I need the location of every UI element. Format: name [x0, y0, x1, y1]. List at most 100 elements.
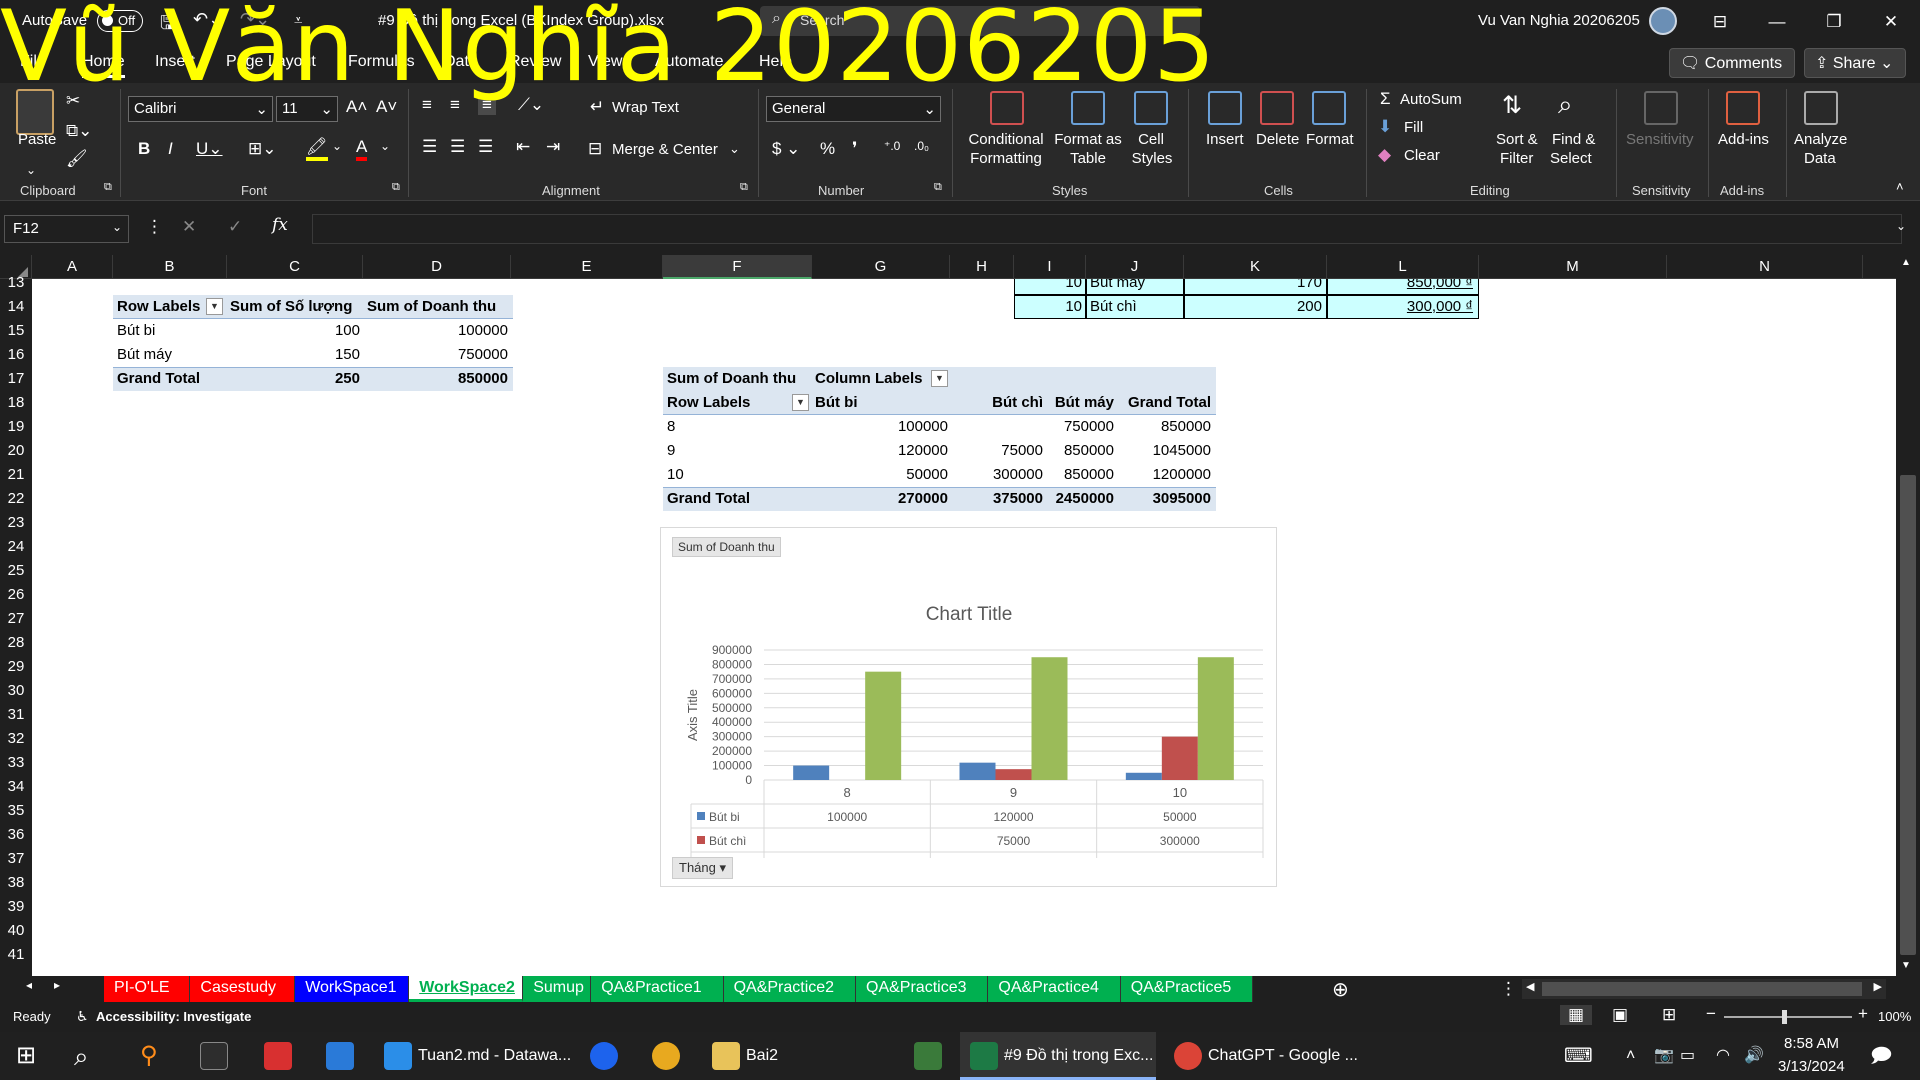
align-top-icon[interactable]: ≡ [422, 95, 432, 115]
increase-indent-icon[interactable]: ⇥ [546, 137, 560, 157]
h-scroll-thumb[interactable] [1542, 982, 1862, 996]
scroll-right-icon[interactable]: ▶ [1874, 980, 1882, 993]
row-header[interactable]: 14 [0, 295, 32, 319]
comments-button[interactable]: 🗨 Comments [1669, 48, 1795, 78]
row-header[interactable]: 31 [0, 703, 32, 727]
sensitivity-button[interactable]: Sensitivity [1626, 131, 1694, 148]
clock-date[interactable]: 3/13/2024 [1778, 1058, 1845, 1075]
column-header-h[interactable]: H [950, 255, 1014, 279]
chevron-down-icon[interactable]: ⌄ [380, 139, 390, 153]
sort-filter-label[interactable]: Sort & [1496, 131, 1538, 148]
row-header[interactable]: 23 [0, 511, 32, 535]
row-header[interactable]: 28 [0, 631, 32, 655]
zoom-in-icon[interactable]: + [1858, 1004, 1868, 1024]
app-icon[interactable] [914, 1042, 942, 1070]
chevron-down-icon[interactable]: ⌄ [332, 139, 342, 153]
tab-insert[interactable]: Insert [155, 53, 195, 71]
conditional-formatting-label-2[interactable]: Formatting [960, 150, 1052, 167]
column-header-a[interactable]: A [32, 255, 113, 279]
taskbar-excel[interactable]: #9 Đồ thị trong Exc... [1004, 1032, 1153, 1080]
sheet-tab[interactable]: WorkSpace1 [295, 976, 410, 1002]
enter-icon[interactable]: ✓ [228, 217, 242, 237]
decrease-font-icon[interactable]: A˅ [376, 97, 397, 117]
vertical-scrollbar[interactable]: ▲ ▼ [1896, 255, 1920, 976]
tab-automate[interactable]: Automate [655, 53, 723, 71]
scroll-down-icon[interactable]: ▼ [1901, 960, 1911, 971]
qat-customize-icon[interactable]: ⩡ [294, 12, 302, 29]
row-header[interactable]: 35 [0, 799, 32, 823]
volume-icon[interactable]: 🔊 [1744, 1032, 1764, 1080]
tab-file[interactable]: File [20, 53, 46, 71]
row-header[interactable]: 26 [0, 583, 32, 607]
axis-field-button[interactable]: Tháng ▾ [672, 857, 734, 879]
row-header[interactable]: 22 [0, 487, 32, 511]
row-header[interactable]: 33 [0, 751, 32, 775]
format-painter-icon[interactable]: 🖌 [66, 149, 88, 169]
format-as-table-label-2[interactable]: Table [1050, 150, 1126, 167]
font-size-dropdown[interactable]: 11 ⌄ [276, 96, 338, 122]
row-header[interactable]: 34 [0, 775, 32, 799]
row-header[interactable]: 41 [0, 943, 32, 967]
app-icon[interactable] [264, 1042, 292, 1070]
save-icon[interactable]: 🖫 [160, 9, 176, 41]
prev-sheet-icon[interactable]: ◂ [26, 978, 32, 992]
cell-styles-label[interactable]: Cell [1128, 131, 1174, 148]
column-header-l[interactable]: L [1327, 255, 1479, 279]
chevron-down-icon[interactable]: ⌄ [729, 141, 740, 157]
excel-icon[interactable] [970, 1042, 998, 1070]
accessibility-status[interactable]: Accessibility: Investigate [96, 1009, 251, 1024]
everything-search-icon[interactable]: ⚲ [140, 1032, 158, 1080]
docker-icon[interactable] [590, 1042, 618, 1070]
add-sheet-icon[interactable]: ⊕ [1332, 977, 1349, 1002]
sheet-tab[interactable]: QA&Practice1 [591, 976, 724, 1002]
close-icon[interactable]: ✕ [1868, 0, 1914, 43]
row-header[interactable]: 27 [0, 607, 32, 631]
chevron-up-icon[interactable]: ˄ [1626, 1032, 1635, 1080]
decrease-decimal-icon[interactable]: .0₀ [914, 139, 929, 153]
folder-icon[interactable] [712, 1042, 740, 1070]
font-name-dropdown[interactable]: Calibri ⌄ [128, 96, 273, 122]
fill-color-icon[interactable]: 🖍 [306, 137, 328, 161]
row-header[interactable]: 25 [0, 559, 32, 583]
tab-help[interactable]: Help [759, 53, 792, 71]
meet-icon[interactable]: 📷 [1654, 1032, 1674, 1080]
clear-button[interactable]: Clear [1404, 147, 1440, 164]
font-launcher-icon[interactable]: ⧉ [392, 181, 400, 194]
row-header[interactable]: 30 [0, 679, 32, 703]
zoom-slider[interactable] [1724, 1016, 1852, 1018]
column-header-f[interactable]: F [663, 255, 812, 279]
alignment-launcher-icon[interactable]: ⧉ [740, 181, 748, 194]
borders-icon[interactable]: ⊞⌄ [248, 139, 277, 159]
autosum-button[interactable]: AutoSum [1400, 91, 1462, 108]
tab-page-layout[interactable]: Page Layout [226, 53, 316, 71]
format-cells-button[interactable]: Format [1306, 131, 1354, 148]
more-options-icon[interactable]: ⋮ [146, 217, 163, 237]
number-launcher-icon[interactable]: ⧉ [934, 181, 942, 194]
avatar[interactable] [1649, 7, 1677, 35]
tab-review[interactable]: Review [509, 53, 561, 71]
page-layout-view-icon[interactable]: ▣ [1612, 1005, 1628, 1025]
align-right-icon[interactable]: ☰ [478, 137, 493, 157]
clock-time[interactable]: 8:58 AM [1784, 1035, 1839, 1052]
minimize-icon[interactable]: — [1754, 0, 1800, 43]
vscode-icon[interactable] [384, 1042, 412, 1070]
filter-dropdown-icon[interactable]: ▼ [206, 298, 223, 315]
sheet-tab[interactable]: PI-O'LE [104, 976, 191, 1002]
delete-cells-button[interactable]: Delete [1256, 131, 1299, 148]
page-break-view-icon[interactable]: ⊞ [1662, 1005, 1676, 1025]
align-left-icon[interactable]: ☰ [422, 137, 437, 157]
copy-icon[interactable]: ⧉⌄ [66, 121, 92, 141]
column-header-g[interactable]: G [812, 255, 950, 279]
filter-dropdown-icon[interactable]: ▼ [792, 394, 809, 411]
normal-view-icon[interactable]: ▦ [1560, 1005, 1593, 1025]
analyze-data-label[interactable]: Analyze [1794, 131, 1847, 148]
app-icon[interactable] [652, 1042, 680, 1070]
sheet-tab[interactable]: QA&Practice3 [856, 976, 989, 1002]
sheet-tab[interactable]: WorkSpace2 [409, 976, 524, 1002]
undo-icon[interactable]: ↶⌄ [193, 9, 223, 30]
battery-icon[interactable]: ▭ [1680, 1032, 1695, 1080]
cut-icon[interactable]: ✂ [66, 91, 80, 111]
row-header[interactable]: 38 [0, 871, 32, 895]
more-options-icon[interactable]: ⋮ [1500, 979, 1517, 999]
keyboard-icon[interactable]: ⌨ [1564, 1032, 1593, 1080]
